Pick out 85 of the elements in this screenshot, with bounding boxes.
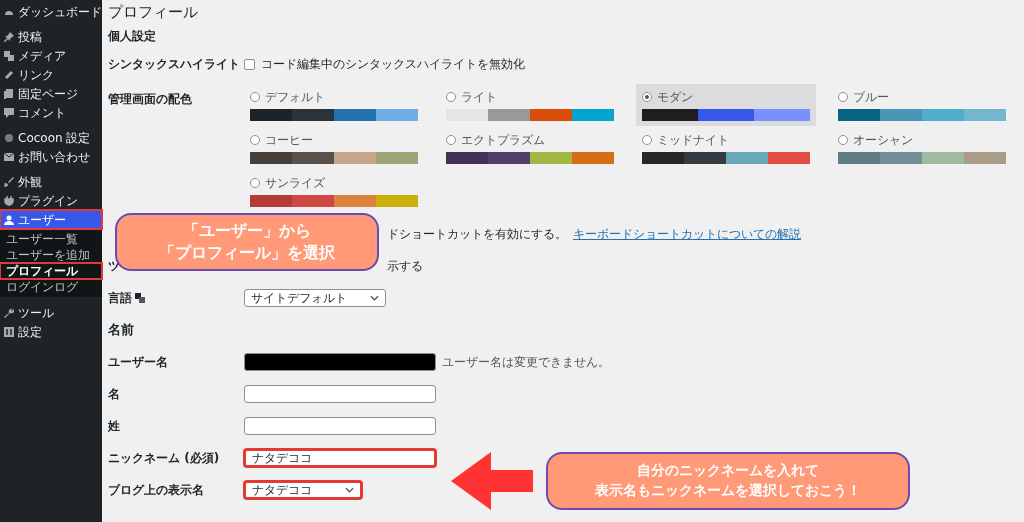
radio-button[interactable] xyxy=(446,92,456,102)
chevron-icon xyxy=(370,295,379,301)
color-scheme-option[interactable]: ミッドナイト xyxy=(636,127,816,169)
wrench-icon xyxy=(4,307,14,318)
plug-icon xyxy=(4,195,14,206)
menu-item[interactable]: ユーザー xyxy=(0,210,102,229)
field-label: 言語 xyxy=(108,290,132,307)
pin-icon xyxy=(4,31,14,42)
checkbox[interactable] xyxy=(244,58,255,70)
color-scheme-option[interactable]: エクトプラズム xyxy=(440,127,620,169)
comment-icon xyxy=(4,107,14,118)
radio-button[interactable] xyxy=(446,135,456,145)
menu-item[interactable]: お問い合わせ xyxy=(0,147,102,166)
radio-button[interactable] xyxy=(642,135,652,145)
menu-item[interactable]: ダッシュボード xyxy=(0,2,102,21)
radio-button[interactable] xyxy=(250,135,260,145)
field-label: 管理画面の配色 xyxy=(108,91,192,108)
circle-icon xyxy=(4,132,14,143)
input-field[interactable]: ナタデココ xyxy=(244,449,436,467)
checkbox-label: コード編集中のシンタックスハイライトを無効化 xyxy=(261,56,525,73)
media-icon xyxy=(4,50,14,61)
menu-item[interactable]: コメント xyxy=(0,103,102,122)
scheme-label: オーシャン xyxy=(853,132,913,149)
callout-text: 「プロフィール」を選択 xyxy=(159,242,335,264)
callout-text: 表示名もニックネームを選択しておこう！ xyxy=(595,481,861,500)
menu-item[interactable]: Cocoon 設定 xyxy=(0,128,102,147)
scheme-label: ライト xyxy=(461,89,497,106)
user-icon xyxy=(4,214,14,225)
field-label: 姓 xyxy=(108,418,120,435)
menu-item[interactable]: 設定 xyxy=(0,322,102,341)
submenu-item[interactable]: ユーザーを追加 xyxy=(0,247,102,263)
color-scheme-option[interactable]: デフォルト xyxy=(244,84,424,126)
color-scheme-option[interactable]: ブルー xyxy=(832,84,1012,126)
arrow-icon xyxy=(451,452,533,510)
radio-button[interactable] xyxy=(250,178,260,188)
callout-text: 自分のニックネームを入れて xyxy=(637,461,819,481)
select-field[interactable]: ナタデココ xyxy=(244,481,362,499)
field-label: 名 xyxy=(108,386,120,403)
menu-item[interactable]: 外観 xyxy=(0,172,102,191)
scheme-label: コーヒー xyxy=(265,132,313,149)
field-label: ニックネーム (必須) xyxy=(108,450,220,467)
submenu-item[interactable]: ユーザー一覧 xyxy=(0,231,102,247)
input-field[interactable] xyxy=(244,417,436,435)
chevron-icon xyxy=(345,487,354,493)
scheme-label: ミッドナイト xyxy=(657,132,729,149)
select-field[interactable]: サイトデフォルト xyxy=(244,289,386,307)
radio-button[interactable] xyxy=(838,92,848,102)
settings-icon xyxy=(4,326,14,337)
menu-item[interactable]: 投稿 xyxy=(0,27,102,46)
field-label: ユーザー名 xyxy=(108,354,168,371)
menu-item[interactable]: 固定ページ xyxy=(0,84,102,103)
submenu-item[interactable]: ログインログ xyxy=(0,279,102,295)
menu-item[interactable]: メディア xyxy=(0,46,102,65)
scheme-label: モダン xyxy=(657,89,693,106)
description-text: 示する xyxy=(387,258,423,275)
section-heading: 個人設定 xyxy=(108,28,157,45)
color-scheme-option[interactable]: ライト xyxy=(440,84,620,126)
menu-item[interactable]: ツール xyxy=(0,303,102,322)
scheme-label: ブルー xyxy=(853,89,889,106)
radio-button[interactable] xyxy=(250,92,260,102)
page-icon xyxy=(4,88,14,99)
help-link[interactable]: キーボードショートカットについての解説 xyxy=(573,225,801,243)
input-field[interactable] xyxy=(244,385,436,403)
radio-button[interactable] xyxy=(838,135,848,145)
brush-icon xyxy=(4,176,14,187)
color-scheme-option[interactable]: オーシャン xyxy=(832,127,1012,169)
color-scheme-option[interactable]: サンライズ xyxy=(244,170,424,212)
menu-item[interactable]: プラグイン xyxy=(0,191,102,210)
description-text: ドショートカットを有効にする。 xyxy=(387,226,567,243)
field-label: ブログ上の表示名 xyxy=(108,482,204,499)
scheme-label: サンライズ xyxy=(265,175,325,192)
color-scheme-option[interactable]: コーヒー xyxy=(244,127,424,169)
menu-item[interactable]: リンク xyxy=(0,65,102,84)
submenu-item[interactable]: プロフィール xyxy=(0,263,102,279)
callout-text: 「ユーザー」から xyxy=(183,220,311,242)
color-scheme-option[interactable]: モダン xyxy=(636,84,816,126)
help-text: ユーザー名は変更できません。 xyxy=(442,354,610,371)
field-label: シンタックスハイライト xyxy=(108,56,240,73)
section-heading: 名前 xyxy=(108,321,134,340)
input-field[interactable] xyxy=(244,353,436,371)
scheme-label: エクトプラズム xyxy=(461,132,545,149)
page-title: プロフィール xyxy=(108,2,199,23)
scheme-label: デフォルト xyxy=(265,89,325,106)
mail-icon xyxy=(4,151,14,162)
radio-button[interactable] xyxy=(642,92,652,102)
